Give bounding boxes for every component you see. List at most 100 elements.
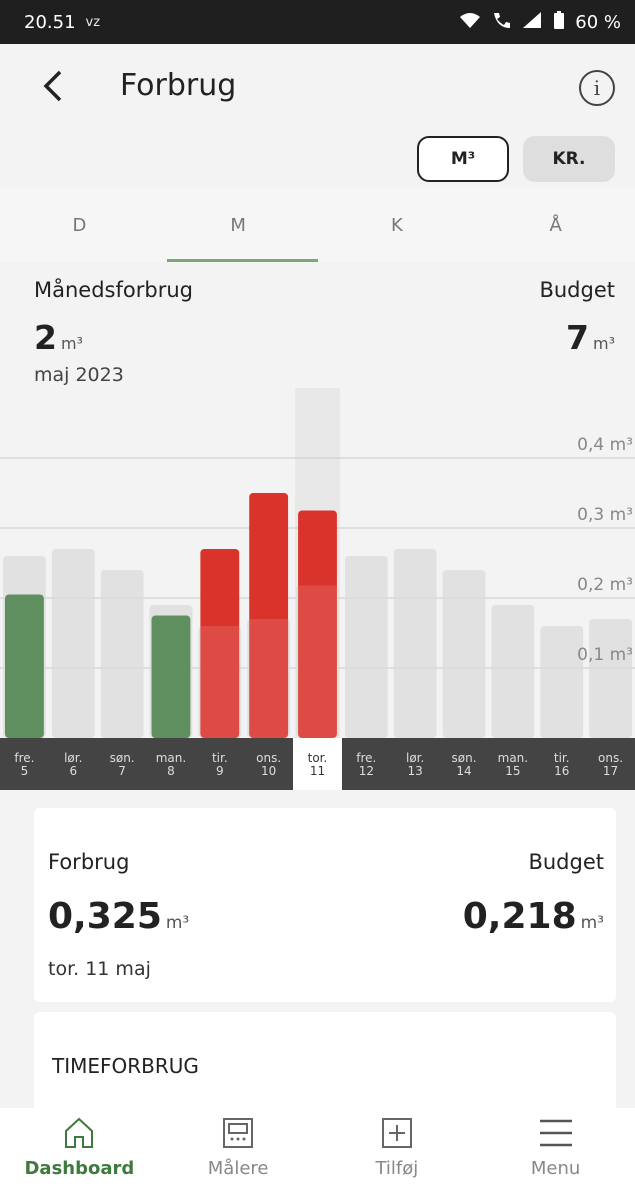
page-title: Forbrug	[120, 68, 237, 103]
day-date: 9	[215, 764, 224, 778]
day-date: 8	[167, 764, 175, 778]
budget-label: Budget	[539, 278, 615, 302]
day-label[interactable]: ons. 17	[586, 738, 635, 790]
detail-consumption-unit: m³	[165, 913, 190, 933]
monthly-summary: Månedsforbrug 2 m³ maj 2023 Budget 7 m³	[0, 262, 635, 392]
budget-bar[interactable]	[51, 549, 95, 738]
budget-bar[interactable]	[540, 626, 584, 738]
nav-menu[interactable]: Menu	[476, 1108, 635, 1192]
hourly-card[interactable]: TIMEFORBRUG	[34, 1012, 616, 1112]
meter-icon	[221, 1116, 255, 1154]
day-labels: fre. 5 lør. 6 søn. 7 man. 8 tir. 9 ons. 10 tor. 11 fre…	[0, 738, 635, 790]
consumption-bar[interactable]	[5, 594, 44, 739]
battery-percent: 60 %	[575, 11, 621, 33]
day-date: 6	[69, 764, 78, 778]
bottom-nav: Dashboard Målere Tilføj Menu	[0, 1108, 635, 1192]
detail-budget-number: 0,218	[462, 896, 577, 937]
budget-number: 7	[566, 318, 589, 357]
budget-bar[interactable]	[589, 619, 632, 738]
tab-quarter[interactable]: K	[318, 188, 477, 262]
budget-value: 7 m³	[566, 318, 615, 357]
monthly-period: maj 2023	[34, 364, 124, 386]
budget-overlay	[298, 585, 337, 738]
nav-dashboard-label: Dashboard	[24, 1158, 135, 1179]
unit-m3-button[interactable]: M³	[417, 136, 509, 182]
day-label[interactable]: søn. 14	[440, 738, 489, 790]
home-icon	[62, 1116, 96, 1154]
y-tick-label: 0,4 m³	[577, 435, 633, 455]
day-date: 12	[358, 764, 374, 778]
budget-overlay	[249, 619, 289, 738]
day-date: 17	[602, 764, 619, 778]
day-date: 5	[20, 764, 29, 778]
day-date: 15	[505, 764, 521, 778]
tab-day[interactable]: D	[0, 188, 159, 262]
battery-icon	[553, 10, 565, 35]
day-label[interactable]: lør. 13	[391, 738, 440, 790]
unit-kr-button[interactable]: KR.	[523, 136, 615, 182]
status-bar: 20.51 vz 60 %	[0, 0, 635, 44]
detail-card: Forbrug 0,325 m³ tor. 11 maj Budget 0,218…	[34, 808, 616, 1002]
day-date: 11	[309, 764, 326, 778]
detail-consumption-number: 0,325	[48, 896, 162, 937]
detail-consumption-value: 0,325 m³	[48, 896, 189, 937]
detail-budget-unit: m³	[580, 913, 604, 933]
call-icon	[491, 11, 511, 34]
budget-bar[interactable]	[442, 570, 486, 738]
budget-overlay	[200, 626, 240, 738]
day-date: 7	[118, 764, 126, 778]
period-tabs: D M K Å	[0, 188, 635, 262]
signal-icon	[521, 11, 543, 34]
carrier-icon: vz	[85, 14, 101, 30]
budget-unit: m³	[593, 334, 615, 353]
day-label[interactable]: fre. 12	[342, 738, 391, 790]
nav-add[interactable]: Tilføj	[318, 1108, 477, 1192]
nav-meters-label: Målere	[207, 1158, 269, 1179]
budget-bar[interactable]	[100, 570, 144, 738]
day-label[interactable]: lør. 6	[49, 738, 98, 790]
detail-budget-label: Budget	[528, 850, 604, 874]
day-label[interactable]: tir. 16	[537, 738, 586, 790]
detail-budget-value: 0,218 m³	[463, 896, 604, 937]
day-label[interactable]: tor. 11	[293, 738, 342, 790]
nav-meters[interactable]: Målere	[159, 1108, 318, 1192]
daily-consumption-chart: 0,1 m³ 0,2 m³ 0,3 m³ 0,4 m³ fre. 5 lør. 6 søn. 7…	[0, 388, 635, 790]
monthly-label: Månedsforbrug	[34, 278, 193, 302]
info-icon[interactable]: i	[579, 70, 615, 106]
budget-bar[interactable]	[344, 556, 388, 738]
tab-year[interactable]: Å	[476, 188, 635, 262]
nav-dashboard[interactable]: Dashboard	[0, 1108, 159, 1192]
day-label[interactable]: fre. 5	[0, 738, 49, 790]
day-label[interactable]: ons. 10	[244, 738, 293, 790]
add-icon	[380, 1116, 414, 1154]
monthly-number: 2	[34, 318, 57, 357]
y-tick-label: 0,3 m³	[577, 505, 633, 525]
unit-toggle: M³ KR.	[417, 136, 615, 182]
y-tick-label: 0,1 m³	[577, 645, 633, 665]
monthly-unit: m³	[60, 334, 83, 353]
day-date: 14	[456, 764, 472, 778]
day-label[interactable]: man. 8	[147, 738, 196, 790]
y-tick-label: 0,2 m³	[577, 575, 633, 595]
monthly-value: 2 m³	[34, 318, 83, 357]
day-date: 10	[261, 764, 277, 778]
nav-menu-label: Menu	[530, 1158, 581, 1179]
day-date: 16	[554, 764, 570, 778]
day-label[interactable]: søn. 7	[98, 738, 147, 790]
day-label[interactable]: man. 15	[488, 738, 537, 790]
hourly-title: TIMEFORBRUG	[52, 1054, 199, 1078]
menu-icon	[538, 1116, 574, 1154]
status-time: 20.51	[24, 11, 76, 33]
wifi-icon	[459, 11, 481, 34]
detail-consumption-label: Forbrug	[48, 850, 130, 874]
day-label[interactable]: tir. 9	[195, 738, 244, 790]
budget-bar[interactable]	[393, 549, 437, 738]
detail-date: tor. 11 maj	[48, 958, 151, 980]
tab-month[interactable]: M	[159, 188, 318, 262]
budget-bar[interactable]	[491, 605, 535, 738]
chart-svg: 0,1 m³ 0,2 m³ 0,3 m³ 0,4 m³	[0, 388, 635, 738]
back-arrow-icon[interactable]	[38, 68, 68, 104]
consumption-bar[interactable]	[151, 615, 191, 739]
nav-add-label: Tilføj	[375, 1158, 419, 1179]
day-date: 13	[407, 764, 423, 778]
